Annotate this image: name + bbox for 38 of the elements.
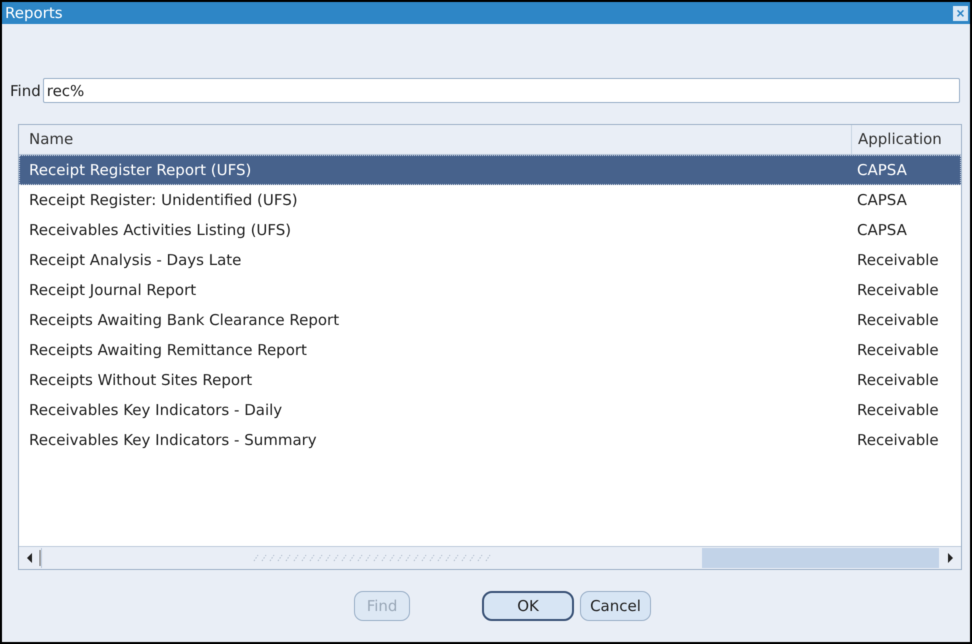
table-cell-text: Receivable bbox=[856, 281, 940, 299]
table-cell-text: Receivables Activities Listing (UFS) bbox=[28, 221, 292, 239]
table-row[interactable]: Receivables Key Indicators - Daily Receivable bbox=[19, 395, 961, 425]
table-cell-text: Receivable bbox=[856, 401, 940, 419]
find-field[interactable]: rec% bbox=[42, 78, 960, 103]
table-row[interactable]: Receivables Activities Listing (UFS) CAPSA bbox=[19, 215, 961, 245]
table-cell-text: Receipts Awaiting Bank Clearance Report bbox=[28, 311, 340, 329]
horizontal-scrollbar[interactable] bbox=[19, 546, 961, 569]
table-cell-text: CAPSA bbox=[856, 221, 908, 239]
table-row[interactable]: Receipts Awaiting Bank Clearance Report Receivable bbox=[19, 305, 961, 335]
table-cell-text: Receivable bbox=[856, 251, 940, 269]
table-cell-text: Receipt Register Report (UFS) bbox=[28, 161, 252, 179]
table-cell-text: Receivable bbox=[856, 371, 940, 389]
table-row[interactable]: Receivables Key Indicators - Summary Receivable bbox=[19, 425, 961, 455]
table-cell-text: Receivables Key Indicators - Summary bbox=[28, 431, 318, 449]
column-header[interactable]: Application bbox=[851, 125, 961, 154]
table-cell-text: Receipts Awaiting Remittance Report bbox=[28, 341, 308, 359]
table-cell-text: Receivables Key Indicators - Daily bbox=[28, 401, 284, 419]
table-row[interactable]: Receipt Analysis - Days Late Receivable bbox=[19, 245, 961, 275]
table-cell-text: Receivable bbox=[856, 341, 940, 359]
window-title: Reports bbox=[5, 4, 63, 22]
table-cell-text: Receipt Analysis - Days Late bbox=[28, 251, 242, 269]
table-cell-text: Receivable bbox=[856, 431, 940, 449]
table-cell-text: CAPSA bbox=[856, 191, 908, 209]
table-cell-text: Receivable bbox=[856, 311, 940, 329]
find-label: Find bbox=[10, 82, 41, 100]
dialog-button[interactable]: OK bbox=[482, 591, 574, 621]
table-row[interactable]: Receipt Journal Report Receivable bbox=[19, 275, 961, 305]
table-cell-text: Receipt Register: Unidentified (UFS) bbox=[28, 191, 299, 209]
table-row[interactable]: Receipt Register Report (UFS) CAPSA bbox=[19, 155, 961, 185]
table-row[interactable]: Receipts Without Sites Report Receivable bbox=[19, 365, 961, 395]
table-cell-text: Receipts Without Sites Report bbox=[28, 371, 254, 389]
table-cell-text: CAPSA bbox=[856, 161, 908, 179]
column-header[interactable]: Name bbox=[19, 125, 851, 154]
table-row[interactable]: Receipts Awaiting Remittance Report Receivable bbox=[19, 335, 961, 365]
table-cell-text: Receipt Journal Report bbox=[28, 281, 198, 299]
table-row[interactable]: Receipt Register: Unidentified (UFS) CAPSA bbox=[19, 185, 961, 215]
dialog-button[interactable]: Cancel bbox=[580, 591, 651, 621]
